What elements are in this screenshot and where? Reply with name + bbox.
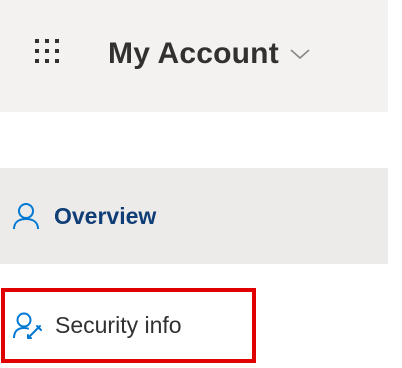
nav-item-security-info-label: Security info (55, 312, 182, 338)
nav-item-overview[interactable]: Overview (0, 168, 388, 264)
my-account-page: My Account Overview Security info (0, 0, 402, 368)
app-header: My Account (0, 0, 388, 112)
waffle-icon[interactable] (34, 38, 60, 64)
app-title-dropdown[interactable]: My Account (108, 34, 311, 74)
person-key-icon (13, 312, 43, 340)
nav-item-security-info[interactable]: Security info (1, 288, 256, 363)
app-title: My Account (108, 37, 279, 70)
nav-item-overview-label: Overview (54, 202, 157, 229)
chevron-down-icon (289, 47, 311, 61)
person-icon (12, 202, 40, 230)
